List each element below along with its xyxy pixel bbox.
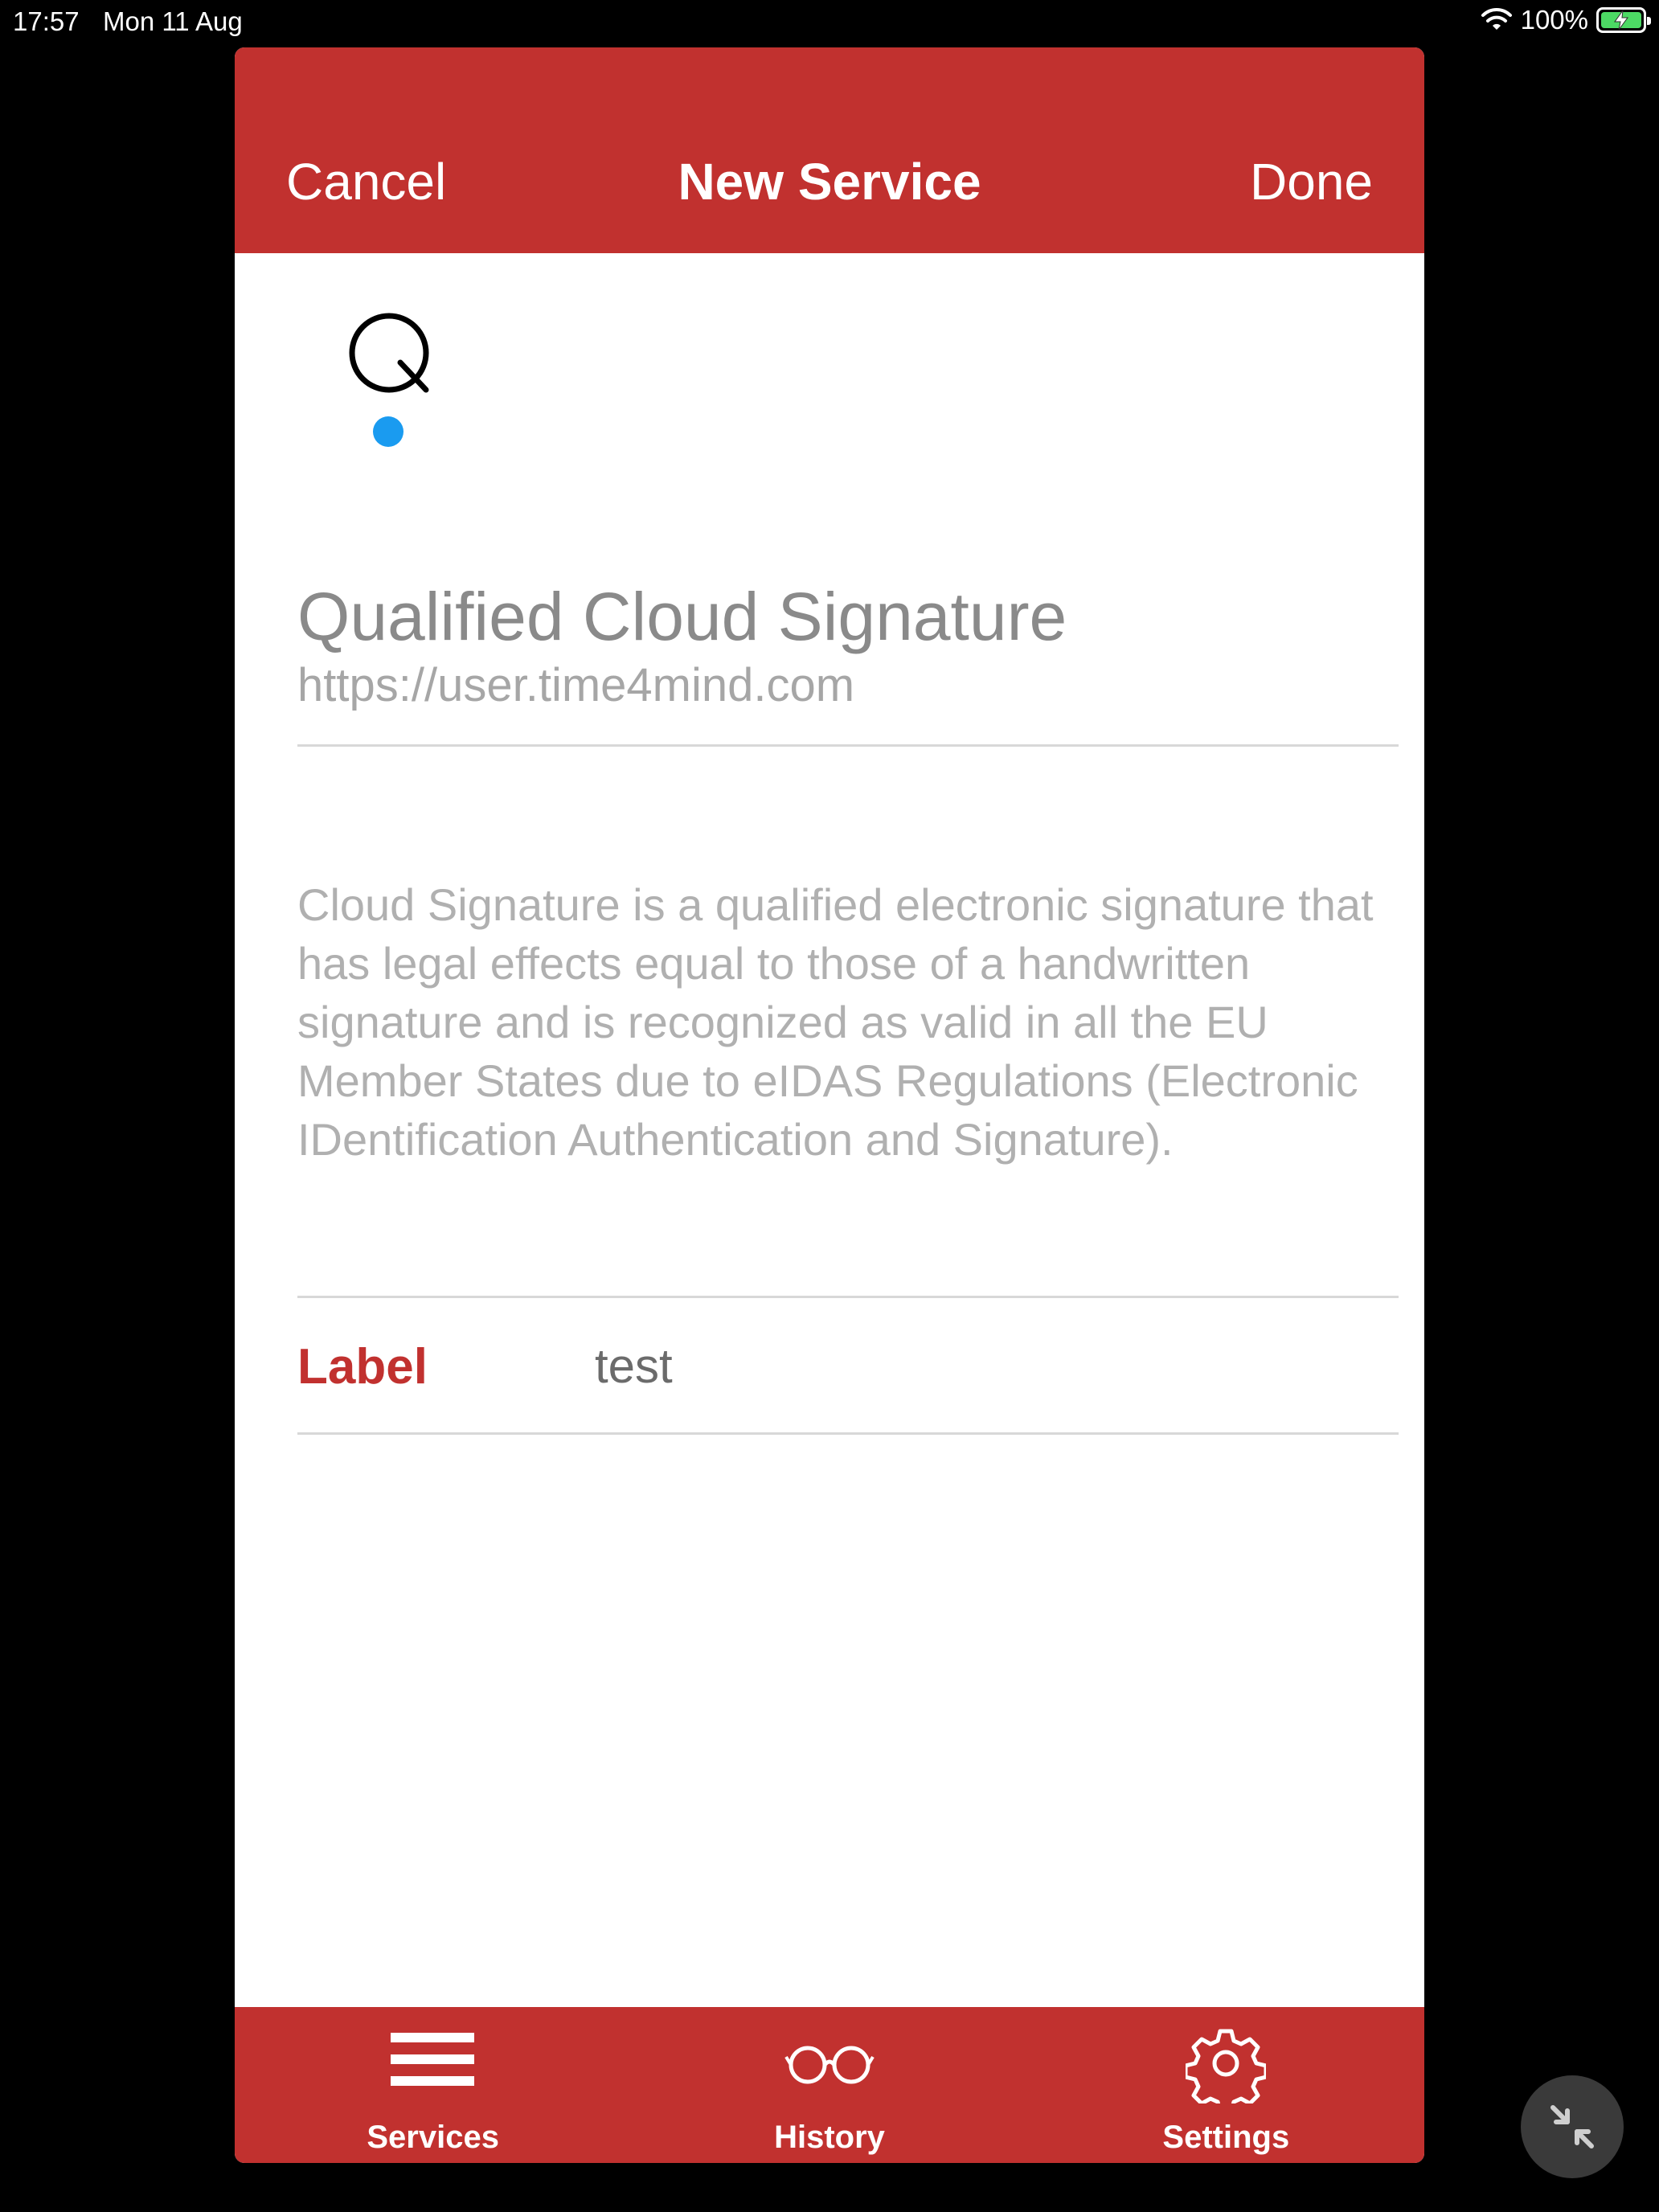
status-bar: 17:57 Mon 11 Aug 100%	[0, 0, 1659, 45]
tab-settings-label: Settings	[1162, 2120, 1290, 2155]
status-time: 17:57	[13, 6, 80, 36]
hamburger-icon	[390, 2033, 474, 2086]
divider	[297, 1432, 1399, 1435]
minimize-button[interactable]	[1521, 2075, 1624, 2178]
new-service-modal: Cancel New Service Done Qualified Cloud …	[235, 47, 1424, 2163]
label-row: Label	[297, 1298, 1399, 1435]
status-right-group: 100%	[1481, 5, 1651, 35]
label-input[interactable]	[595, 1338, 1391, 1394]
done-button[interactable]: Done	[1250, 152, 1373, 211]
battery-percentage: 100%	[1520, 5, 1588, 35]
service-description: Cloud Signature is a qualified electroni…	[297, 879, 1374, 1165]
page-title: New Service	[678, 153, 981, 211]
battery-tip	[1647, 17, 1651, 25]
glasses-icon	[784, 2046, 875, 2084]
battery-icon	[1596, 7, 1651, 33]
divider	[297, 744, 1399, 747]
service-url: https://user.time4mind.com	[297, 659, 855, 711]
tab-history[interactable]: History	[631, 2007, 1027, 2163]
charging-bolt-icon	[1614, 10, 1628, 31]
label-field-label: Label	[297, 1339, 428, 1395]
tab-history-label: History	[774, 2120, 885, 2155]
gear-icon	[1186, 2029, 1267, 2103]
status-date: Mon 11 Aug	[103, 6, 243, 36]
cancel-button[interactable]: Cancel	[286, 152, 446, 211]
tab-settings[interactable]: Settings	[1028, 2007, 1424, 2163]
tab-services[interactable]: Services	[235, 2007, 631, 2163]
wifi-icon	[1481, 7, 1512, 30]
minimize-arrows-icon	[1550, 2105, 1594, 2149]
tab-services-label: Services	[367, 2120, 499, 2155]
qualified-q-logo-icon	[349, 313, 429, 447]
navigation-bar: Cancel New Service Done	[235, 47, 1424, 253]
tab-bar: Services History Settings	[235, 2007, 1424, 2163]
service-name: Qualified Cloud Signature	[297, 579, 1067, 654]
